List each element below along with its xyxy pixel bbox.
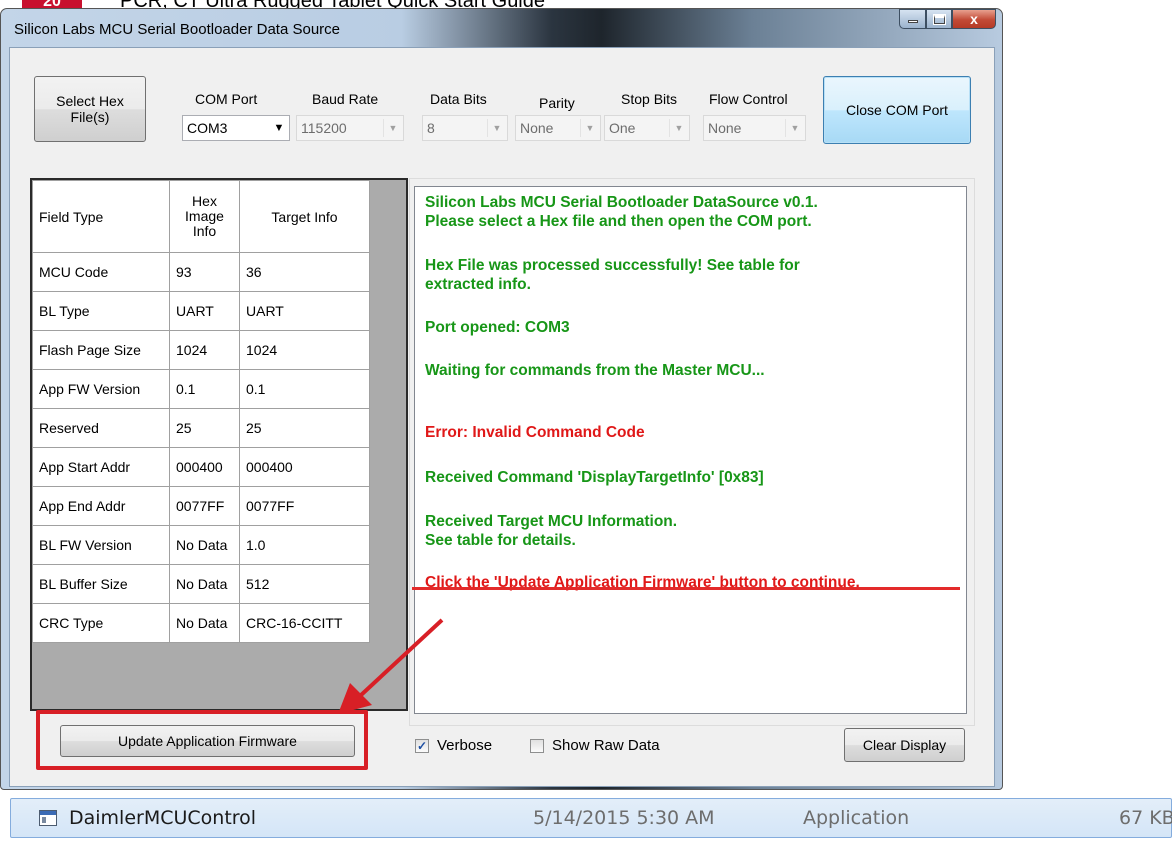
annotation-arrow xyxy=(338,618,444,714)
file-explorer-row: DaimlerMCUControl 5/14/2015 5:30 AM Appl… xyxy=(0,798,1172,850)
file-size: 67 KB xyxy=(1119,807,1172,829)
file-date: 5/14/2015 5:30 AM xyxy=(533,807,715,829)
file-type: Application xyxy=(803,807,910,829)
file-name: DaimlerMCUControl xyxy=(69,807,257,829)
application-icon xyxy=(39,810,57,826)
file-list-item[interactable]: DaimlerMCUControl 5/14/2015 5:30 AM Appl… xyxy=(10,798,1172,838)
